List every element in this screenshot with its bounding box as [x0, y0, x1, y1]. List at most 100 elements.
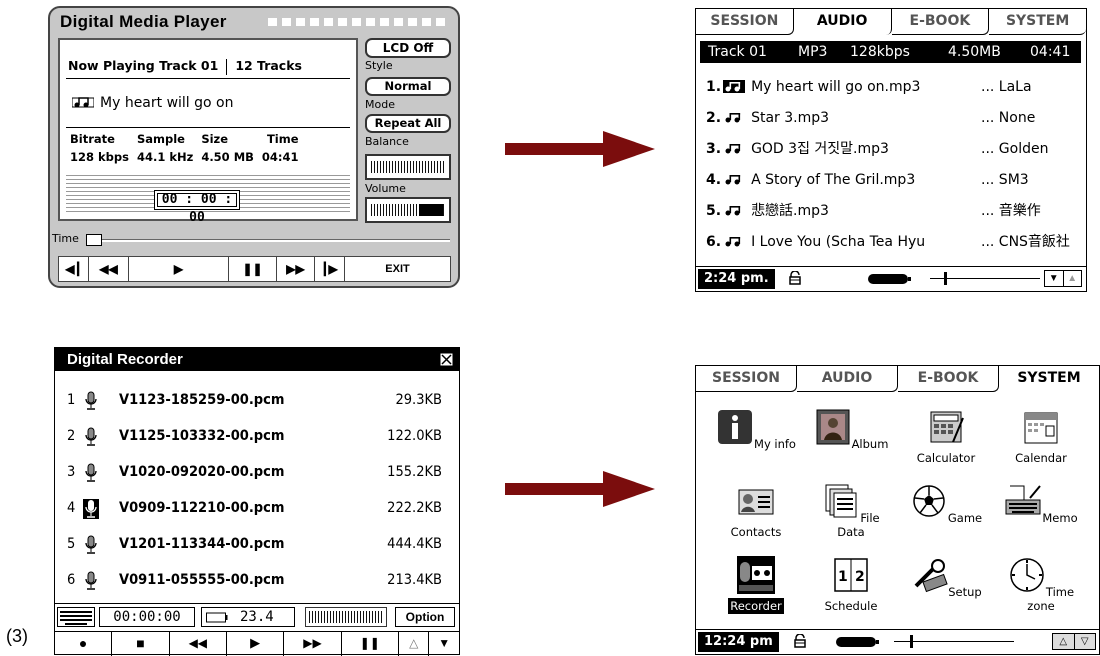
play-icon[interactable]: ▶: [129, 257, 229, 281]
battery-icon: [868, 274, 911, 284]
app-schedule[interactable]: 1 2 Schedule: [811, 552, 891, 622]
app-calculator[interactable]: Calculator: [906, 404, 986, 474]
recording-row[interactable]: 2 V1125-103332-00.pcm 122.0KB: [65, 419, 450, 453]
recording-number: 6: [67, 572, 76, 588]
tab-audio[interactable]: AUDIO: [793, 9, 892, 35]
option-button[interactable]: Option: [395, 607, 455, 627]
pause-icon[interactable]: ❚❚: [342, 632, 399, 656]
track-artist: ... Golden: [981, 141, 1049, 157]
arrow-head-icon: [603, 471, 655, 507]
track-row[interactable]: 4. A Story of The Gril.mp3 ... SM3: [706, 165, 1081, 195]
skip-forward-icon[interactable]: ┃▶: [315, 257, 345, 281]
app-album[interactable]: Album: [811, 404, 891, 474]
tab-session[interactable]: SESSION: [696, 366, 797, 392]
scroll-down-icon[interactable]: ▼: [429, 632, 459, 656]
contacts-icon: [738, 489, 774, 515]
app-time-zone[interactable]: Time zone: [1001, 552, 1081, 622]
recorder-title: Digital Recorder: [67, 351, 183, 368]
title-decoration: [268, 18, 450, 26]
recorder-icon: [737, 556, 775, 594]
microphone-icon: [85, 427, 97, 446]
mode-select[interactable]: Repeat All: [365, 114, 451, 133]
track-row[interactable]: 3. GOD 3집 거짓말.mp3 ... Golden: [706, 134, 1081, 164]
fast-forward-icon[interactable]: ▶▶: [277, 257, 315, 281]
app-contacts[interactable]: Contacts: [716, 478, 796, 548]
volume-slider[interactable]: [365, 197, 451, 223]
scroll-up-icon[interactable]: △: [1053, 634, 1075, 649]
music-note-icon: [725, 237, 741, 247]
skip-back-icon[interactable]: ◀┃: [59, 257, 89, 281]
track-row[interactable]: 2. Star 3.mp3 ... None: [706, 103, 1081, 133]
lcd-off-button[interactable]: LCD Off: [365, 38, 451, 58]
track-name: A Story of The Gril.mp3: [751, 172, 916, 188]
scroll-down-icon[interactable]: ▼: [1045, 271, 1064, 286]
microphone-icon: [85, 571, 97, 590]
app-memo[interactable]: Memo: [1001, 478, 1081, 548]
recording-number: 2: [67, 428, 76, 444]
track-number: 1.: [706, 79, 722, 95]
rewind-icon[interactable]: ◀◀: [89, 257, 129, 281]
recording-row[interactable]: 4 V0909-112210-00.pcm 222.2KB: [65, 491, 450, 525]
recording-row[interactable]: 1 V1123-185259-00.pcm 29.3KB: [65, 383, 450, 417]
tab-bar: SESSION AUDIO E-BOOK SYSTEM: [696, 9, 1086, 35]
system-panel: SESSION AUDIO E-BOOK SYSTEM My info Album…: [695, 365, 1100, 655]
stat-header-sample: Sample: [136, 132, 185, 146]
stop-icon[interactable]: ■: [112, 632, 170, 656]
app-file-data[interactable]: File Data: [811, 478, 891, 548]
track-name: GOD 3집 거짓말.mp3: [751, 141, 889, 157]
header-time: 04:41: [1030, 44, 1071, 60]
tab-ebook[interactable]: E-BOOK: [891, 9, 990, 35]
recording-row[interactable]: 6 V0911-055555-00.pcm 213.4KB: [65, 563, 450, 597]
tab-ebook[interactable]: E-BOOK: [898, 366, 999, 392]
music-note-icon: [725, 206, 741, 216]
record-icon[interactable]: ●: [55, 632, 113, 656]
pause-icon[interactable]: ❚❚: [229, 257, 277, 281]
recording-size: 213.4KB: [387, 572, 442, 588]
rewind-icon[interactable]: ◀◀: [170, 632, 227, 656]
brightness-knob[interactable]: [944, 272, 947, 285]
balance-label: Balance: [365, 135, 409, 148]
stat-time: 04:41: [261, 150, 299, 164]
tab-system[interactable]: SYSTEM: [989, 9, 1086, 35]
brightness-knob[interactable]: [910, 635, 913, 648]
schedule-icon: 12: [834, 558, 868, 592]
balance-slider[interactable]: [365, 154, 451, 180]
music-note-icon: [725, 175, 741, 185]
app-recorder[interactable]: Recorder: [716, 552, 796, 622]
lock-icon[interactable]: [793, 634, 807, 648]
scroll-up-icon[interactable]: ▲: [1064, 271, 1082, 286]
keyboard-icon[interactable]: [57, 607, 95, 627]
stat-header-size: Size: [201, 132, 229, 146]
tab-audio[interactable]: AUDIO: [797, 366, 898, 392]
track-row[interactable]: 1. My heart will go on.mp3 ... LaLa: [706, 72, 1081, 102]
fast-forward-icon[interactable]: ▶▶: [284, 632, 342, 656]
time-track[interactable]: [90, 239, 450, 242]
app-calendar[interactable]: Calendar: [1001, 404, 1081, 474]
tab-system[interactable]: SYSTEM: [999, 366, 1099, 392]
music-note-icon: [72, 97, 94, 108]
track-row[interactable]: 5. 悲戀話.mp3 ... 音樂作: [706, 196, 1081, 226]
player-title: Digital Media Player: [60, 12, 227, 31]
lock-icon[interactable]: [788, 271, 802, 285]
info-icon: [718, 410, 753, 444]
track-count: 12 Tracks: [235, 58, 302, 73]
track-row[interactable]: 6. I Love You (Scha Tea Hyu ... CNS音飯社: [706, 227, 1081, 257]
style-select[interactable]: Normal: [365, 77, 451, 96]
play-icon[interactable]: ▶: [227, 632, 285, 656]
close-icon[interactable]: [440, 353, 453, 366]
app-game[interactable]: Game: [906, 478, 986, 548]
recorder-controls: ● ■ ◀◀ ▶ ▶▶ ❚❚ △ ▼: [55, 631, 459, 656]
scroll-up-icon[interactable]: △: [399, 632, 430, 656]
track-name: Star 3.mp3: [751, 110, 830, 126]
tab-session[interactable]: SESSION: [696, 9, 794, 35]
scroll-down-icon[interactable]: ▽: [1075, 634, 1096, 649]
recording-row[interactable]: 3 V1020-092020-00.pcm 155.2KB: [65, 455, 450, 489]
exit-button[interactable]: EXIT: [345, 257, 450, 281]
microphone-icon: [85, 535, 97, 554]
app-setup[interactable]: Setup: [906, 552, 986, 622]
app-my-info[interactable]: My info: [716, 404, 796, 474]
recording-filename: V0911-055555-00.pcm: [119, 572, 285, 588]
time-slider-knob[interactable]: [86, 234, 102, 246]
microphone-icon: [85, 391, 97, 410]
recording-row[interactable]: 5 V1201-113344-00.pcm 444.4KB: [65, 527, 450, 561]
